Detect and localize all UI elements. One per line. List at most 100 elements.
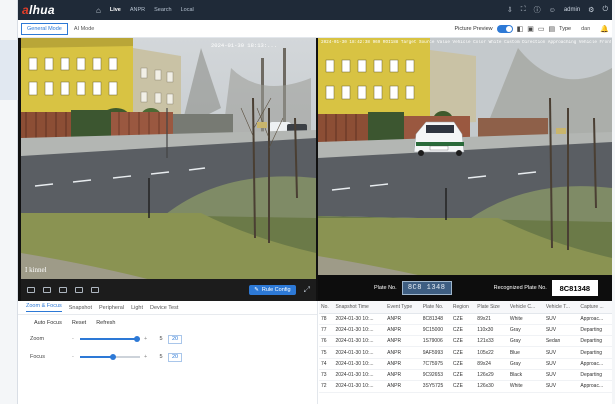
- col-vehicle-type-cell: SUV: [543, 358, 579, 370]
- table-row[interactable]: 73 2024-01-30 10:... ANPR 9C92653 CZE 126x29 B…: [319, 369, 612, 382]
- plate-crop-image: 8C8 1348: [401, 281, 452, 295]
- snapshot-icon[interactable]: ▣: [527, 25, 534, 33]
- snapshot-video-right[interactable]: 2024-01-30 18:42:38 969 ROI188 Target So…: [318, 38, 612, 301]
- control-tabs: Zoom & Focus Snapshot Peripheral Light D…: [18, 301, 317, 315]
- focus-buttons: Auto Focus Reset Refresh: [18, 315, 317, 326]
- settings-icon[interactable]: ⚙: [588, 6, 594, 14]
- col-region-cell: CZE: [450, 324, 476, 337]
- zoom-plus-button[interactable]: +: [144, 336, 154, 342]
- table-row[interactable]: 76 2024-01-30 10:... ANPR 1S79006 CZE 121x33 G…: [319, 335, 612, 348]
- audio-icon[interactable]: [75, 287, 83, 293]
- device-control-panel: Zoom & Focus Snapshot Peripheral Light D…: [18, 301, 318, 404]
- auto-focus-button[interactable]: Auto Focus: [34, 320, 62, 326]
- background-window-edge: [0, 0, 18, 404]
- screen: alhua ⌂ Live ANPR Search Local ⇩ ⛶ ⓘ ☺ a…: [0, 0, 615, 404]
- table-row[interactable]: 74 2024-01-30 10:... ANPR 7C75975 CZE 89x24 Gr…: [319, 358, 612, 370]
- focus-step: 5: [159, 354, 163, 360]
- col-snapshot-time-cell: 2024-01-30 10:...: [333, 313, 386, 325]
- download-icon[interactable]: ⇩: [507, 6, 513, 14]
- zoom-slider-fill: [80, 338, 137, 340]
- tab-device-test[interactable]: Device Test: [150, 305, 178, 311]
- col-plate-size-cell: 126x29: [475, 369, 508, 382]
- top-right-tools: ⇩ ⛶ ⓘ ☺ admin ⚙ ⏻: [507, 5, 608, 15]
- record-icon[interactable]: ▭: [538, 25, 545, 33]
- nav-live[interactable]: Live: [110, 7, 121, 13]
- col-plate-no-cell: 9C92653: [420, 369, 451, 382]
- col-snapshot-time-cell: 2024-01-30 10:...: [333, 346, 386, 359]
- col-plate-size-cell: 110x30: [475, 324, 508, 337]
- table-header-row: No. Snapshot Time Event Type Plate No. Regio…: [319, 301, 612, 314]
- focus-value-input[interactable]: 20: [168, 352, 182, 362]
- col-region-cell: CZE: [450, 380, 476, 393]
- tab-general-mode[interactable]: General Mode: [21, 22, 68, 35]
- fullscreen-icon[interactable]: ⛶: [521, 6, 526, 14]
- col-capture-direction-header[interactable]: Capture ...: [578, 301, 612, 314]
- col-event-type-cell: ANPR: [385, 358, 421, 370]
- col-plate-no-cell: 3SY5725: [420, 380, 451, 393]
- focus-slider-handle[interactable]: [110, 354, 116, 360]
- tab-zoom-focus[interactable]: Zoom & Focus: [26, 303, 62, 312]
- refresh-button[interactable]: Refresh: [96, 320, 115, 326]
- expand-icon[interactable]: ⤢: [304, 285, 310, 295]
- help-icon[interactable]: ⓘ: [534, 5, 541, 15]
- logo-text: lhua: [28, 3, 55, 17]
- col-vehicle-color-cell: Black: [507, 369, 544, 382]
- col-vehicle-color-header[interactable]: Vehicle C...: [507, 301, 544, 314]
- video-control-bar: ✎ Rule Config ⤢: [21, 279, 316, 301]
- detected-vehicle: [413, 121, 465, 156]
- focus-plus-button[interactable]: +: [144, 354, 154, 360]
- table-row[interactable]: 72 2024-01-30 10:... ANPR 3SY5725 CZE 126x30 W…: [319, 380, 612, 393]
- col-vehicle-color-cell: White: [507, 380, 544, 393]
- live-video-left[interactable]: 2024-01-30 18:13:... I kinnel ✎ Rule Conf…: [21, 38, 316, 301]
- grid-icon[interactable]: [91, 287, 99, 293]
- picture-preview-toggle[interactable]: [496, 24, 513, 33]
- col-capture-direction-cell: Approac...: [578, 380, 612, 393]
- logout-icon[interactable]: ⏻: [602, 6, 608, 14]
- col-no-cell: 73: [319, 369, 334, 382]
- tab-light[interactable]: Light: [131, 305, 143, 311]
- zoom-slider-handle[interactable]: [134, 336, 140, 342]
- reset-button[interactable]: Reset: [72, 320, 86, 326]
- stream-icon[interactable]: ▤: [549, 25, 556, 33]
- col-vehicle-type-cell: SUV: [543, 313, 579, 325]
- bell-icon[interactable]: 🔔: [600, 25, 609, 33]
- col-plate-no-cell: 9C15000: [420, 324, 451, 337]
- zoom-slider[interactable]: [80, 336, 140, 342]
- nav-search[interactable]: Search: [154, 7, 171, 13]
- nav-anpr[interactable]: ANPR: [130, 7, 145, 13]
- col-plate-size-cell: 89x24: [475, 358, 508, 370]
- col-region-header[interactable]: Region: [450, 301, 476, 314]
- col-plate-size-header[interactable]: Plate Size: [475, 301, 508, 314]
- tab-ai-mode[interactable]: AI Mode: [68, 23, 100, 35]
- col-no-cell: 78: [319, 313, 334, 325]
- type-select[interactable]: dan: [575, 26, 596, 32]
- col-event-type-header[interactable]: Event Type: [385, 301, 421, 314]
- focus-slider-row: Focus - + 5 20: [18, 348, 317, 366]
- nav-local[interactable]: Local: [181, 7, 194, 13]
- video-icon[interactable]: [59, 287, 67, 293]
- video-area: 2024-01-30 18:13:... I kinnel ✎ Rule Conf…: [18, 38, 612, 301]
- focus-slider[interactable]: [80, 354, 140, 360]
- folder-icon[interactable]: [27, 287, 35, 293]
- tab-snapshot[interactable]: Snapshot: [69, 305, 92, 311]
- col-vehicle-type-header[interactable]: Vehicle T...: [543, 301, 579, 314]
- col-plate-no-header[interactable]: Plate No.: [420, 301, 451, 314]
- window-layout-icon[interactable]: ◧: [517, 25, 524, 33]
- table-row[interactable]: 78 2024-01-30 10:... ANPR 8C81348 CZE 89x21 Wh…: [319, 313, 612, 325]
- home-icon[interactable]: ⌂: [96, 6, 101, 15]
- focus-minus-button[interactable]: -: [72, 354, 80, 360]
- table-row[interactable]: 77 2024-01-30 10:... ANPR 9C15000 CZE 110x30 G…: [319, 324, 612, 337]
- zoom-value-input[interactable]: 20: [168, 334, 182, 344]
- table-row[interactable]: 75 2024-01-30 10:... ANPR 9AF5993 CZE 105x22 B…: [319, 346, 612, 359]
- tab-peripheral[interactable]: Peripheral: [99, 305, 124, 311]
- col-plate-no-cell: 1S79006: [420, 335, 451, 348]
- camera-icon[interactable]: [43, 287, 51, 293]
- col-snapshot-time-cell: 2024-01-30 10:...: [333, 358, 386, 370]
- zoom-minus-button[interactable]: -: [72, 336, 80, 342]
- col-snapshot-time-cell: 2024-01-30 10:...: [333, 380, 386, 393]
- col-no-cell: 74: [319, 358, 334, 370]
- username[interactable]: admin: [564, 7, 580, 13]
- col-no-header[interactable]: No.: [319, 301, 334, 314]
- rule-config-button[interactable]: ✎ Rule Config: [249, 285, 296, 295]
- col-snapshot-time-header[interactable]: Snapshot Time: [333, 301, 386, 314]
